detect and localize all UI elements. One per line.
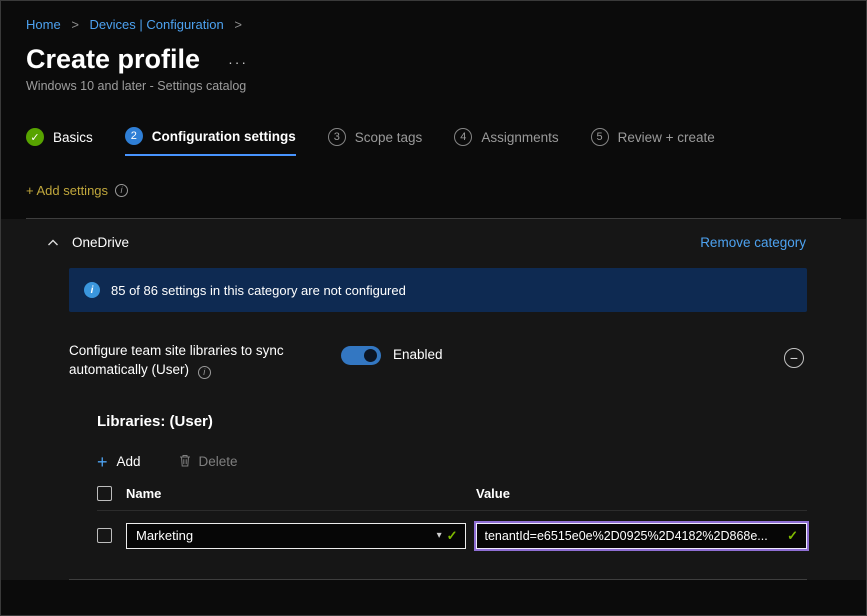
- column-header-value: Value: [476, 486, 510, 501]
- page-title: Create profile: [26, 44, 200, 74]
- tab-configuration-settings-label: Configuration settings: [152, 129, 296, 144]
- setting-label-text: Configure team site libraries to sync au…: [69, 343, 284, 377]
- wizard-tabs: ✓ Basics 2 Configuration settings 3 Scop…: [26, 127, 841, 156]
- table-header-row: Name Value: [97, 486, 807, 511]
- category-name: OneDrive: [72, 235, 129, 250]
- chevron-down-icon: ▾: [437, 530, 442, 541]
- tab-scope-tags[interactable]: 3 Scope tags: [328, 127, 423, 156]
- tab-assignments[interactable]: 4 Assignments: [454, 127, 558, 156]
- setting-row: Configure team site libraries to sync au…: [69, 342, 804, 380]
- add-settings-link[interactable]: + Add settings i: [26, 183, 841, 198]
- value-input[interactable]: tenantId=e6515e0e%2D0925%2D4182%2D868e..…: [476, 523, 808, 549]
- step-number-icon: 4: [454, 128, 472, 146]
- tab-configuration-settings[interactable]: 2 Configuration settings: [125, 127, 296, 156]
- remove-setting-icon[interactable]: −: [784, 348, 804, 368]
- libraries-table: Name Value Marketing ▾ ✓ tenantId=e6515e…: [97, 486, 807, 549]
- valid-check-icon: ✓: [787, 528, 798, 544]
- add-row-button[interactable]: + Add: [97, 454, 141, 469]
- libraries-heading: Libraries: (User): [97, 413, 806, 430]
- delete-row-button[interactable]: Delete: [179, 454, 238, 470]
- tab-basics-label: Basics: [53, 130, 93, 145]
- banner-text: 85 of 86 settings in this category are n…: [111, 283, 406, 298]
- name-dropdown-value: Marketing: [136, 528, 437, 543]
- name-dropdown[interactable]: Marketing ▾ ✓: [126, 523, 466, 549]
- remove-category-link[interactable]: Remove category: [700, 235, 806, 250]
- info-icon[interactable]: i: [115, 184, 128, 197]
- setting-toggle[interactable]: [341, 346, 381, 365]
- tab-review-create[interactable]: 5 Review + create: [591, 127, 715, 156]
- breadcrumb-separator: >: [71, 17, 79, 32]
- breadcrumb-separator: >: [234, 17, 242, 32]
- create-profile-page: Home > Devices | Configuration > Create …: [0, 0, 867, 616]
- step-number-icon: 3: [328, 128, 346, 146]
- info-icon[interactable]: i: [198, 366, 211, 379]
- info-banner: i 85 of 86 settings in this category are…: [69, 268, 807, 312]
- chevron-up-icon[interactable]: [47, 239, 59, 247]
- more-menu-icon[interactable]: ···: [228, 54, 248, 70]
- tab-review-create-label: Review + create: [618, 130, 715, 145]
- column-header-name: Name: [126, 486, 466, 501]
- delete-row-label: Delete: [199, 454, 238, 469]
- select-all-checkbox[interactable]: [97, 486, 112, 501]
- info-icon: i: [84, 282, 100, 298]
- step-number-icon: 2: [125, 127, 143, 145]
- add-row-label: Add: [117, 454, 141, 469]
- plus-icon: +: [97, 455, 108, 469]
- breadcrumb-home-link[interactable]: Home: [26, 17, 61, 32]
- tab-assignments-label: Assignments: [481, 130, 558, 145]
- tab-scope-tags-label: Scope tags: [355, 130, 423, 145]
- toggle-knob: [364, 349, 377, 362]
- toggle-state-label: Enabled: [393, 347, 443, 362]
- libraries-toolbar: + Add Delete: [97, 454, 866, 470]
- category-header: OneDrive Remove category: [1, 219, 866, 266]
- breadcrumb: Home > Devices | Configuration >: [1, 1, 866, 32]
- row-checkbox[interactable]: [97, 528, 112, 543]
- valid-check-icon: ✓: [447, 528, 458, 544]
- trash-icon: [179, 454, 191, 470]
- value-input-text: tenantId=e6515e0e%2D0925%2D4182%2D868e..…: [485, 529, 788, 543]
- tab-basics[interactable]: ✓ Basics: [26, 127, 93, 156]
- breadcrumb-devices-configuration-link[interactable]: Devices | Configuration: [90, 17, 224, 32]
- title-row: Create profile ···: [26, 44, 841, 74]
- step-complete-check-icon: ✓: [26, 128, 44, 146]
- table-row: Marketing ▾ ✓ tenantId=e6515e0e%2D0925%2…: [97, 523, 807, 549]
- add-settings-label: + Add settings: [26, 183, 108, 198]
- page-subtitle: Windows 10 and later - Settings catalog: [26, 79, 841, 93]
- category-section: OneDrive Remove category i 85 of 86 sett…: [1, 219, 866, 580]
- bottom-divider: [69, 579, 807, 580]
- setting-label: Configure team site libraries to sync au…: [69, 342, 327, 380]
- step-number-icon: 5: [591, 128, 609, 146]
